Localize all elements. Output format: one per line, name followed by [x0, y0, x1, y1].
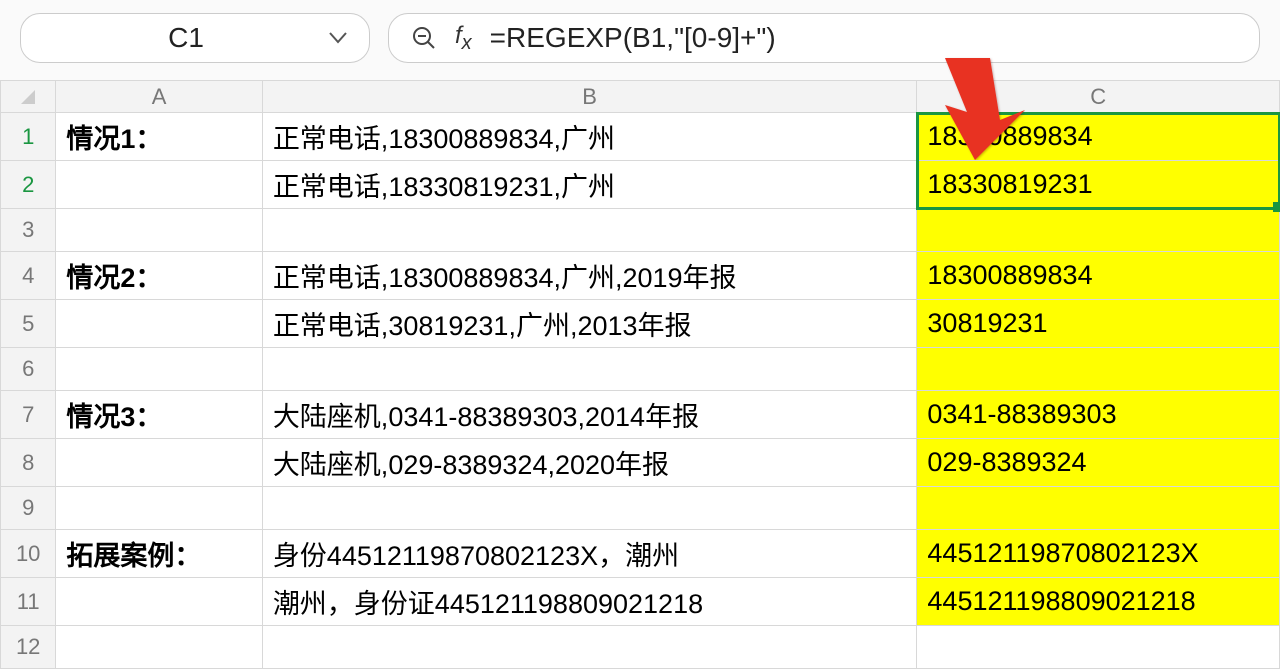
table-row: 2 正常电话,18330819231,广州18330819231 — [1, 161, 1280, 209]
cell[interactable]: 445121198809021218 — [917, 578, 1280, 626]
col-header-C[interactable]: C — [917, 81, 1280, 113]
toolbar: C1 fx — [0, 0, 1280, 80]
cell[interactable]: 0341-88389303 — [917, 391, 1280, 439]
cell[interactable] — [917, 487, 1280, 530]
row-header[interactable]: 2 — [1, 161, 56, 209]
table-row: 7情况3：大陆座机,0341-88389303,2014年报0341-88389… — [1, 391, 1280, 439]
col-header-B[interactable]: B — [262, 81, 917, 113]
cell[interactable] — [917, 626, 1280, 669]
cell[interactable] — [56, 578, 262, 626]
cell[interactable]: 拓展案例： — [56, 530, 262, 578]
cell[interactable]: 情况1： — [56, 113, 262, 161]
table-row: 12 — [1, 626, 1280, 669]
table-row: 1情况1：正常电话,18300889834,广州18300889834 — [1, 113, 1280, 161]
table-row: 11 潮州，身份证44512119880902121844512119880902… — [1, 578, 1280, 626]
row-header[interactable]: 1 — [1, 113, 56, 161]
cell[interactable] — [56, 626, 262, 669]
formula-input[interactable] — [490, 22, 1237, 54]
row-header[interactable]: 10 — [1, 530, 56, 578]
fx-icon[interactable]: fx — [455, 22, 472, 55]
spreadsheet: A B C 1情况1：正常电话,18300889834,广州1830088983… — [0, 80, 1280, 669]
cell[interactable] — [917, 348, 1280, 391]
row-header[interactable]: 5 — [1, 300, 56, 348]
table-row: 8 大陆座机,029-8389324,2020年报029-8389324 — [1, 439, 1280, 487]
cell[interactable] — [262, 626, 917, 669]
table-row: 5 正常电话,30819231,广州,2013年报30819231 — [1, 300, 1280, 348]
cell[interactable]: 18330819231 — [917, 161, 1280, 209]
table-row: 4情况2：正常电话,18300889834,广州,2019年报183008898… — [1, 252, 1280, 300]
cell[interactable] — [56, 487, 262, 530]
cell[interactable]: 30819231 — [917, 300, 1280, 348]
cell[interactable] — [56, 300, 262, 348]
table-row: 9 — [1, 487, 1280, 530]
row-header[interactable]: 9 — [1, 487, 56, 530]
grid[interactable]: A B C 1情况1：正常电话,18300889834,广州1830088983… — [0, 80, 1280, 669]
cell[interactable] — [262, 487, 917, 530]
select-all-corner[interactable] — [1, 81, 56, 113]
cell[interactable]: 18300889834 — [917, 252, 1280, 300]
cell-reference: C1 — [43, 22, 329, 54]
cell[interactable]: 正常电话,18330819231,广州 — [262, 161, 917, 209]
cell[interactable]: 44512119870802123X — [917, 530, 1280, 578]
chevron-down-icon[interactable] — [329, 27, 347, 50]
cell[interactable]: 身份44512119870802123X，潮州 — [262, 530, 917, 578]
column-headers-row: A B C — [1, 81, 1280, 113]
row-header[interactable]: 4 — [1, 252, 56, 300]
cell[interactable]: 029-8389324 — [917, 439, 1280, 487]
cell[interactable]: 正常电话,18300889834,广州 — [262, 113, 917, 161]
table-row: 3 — [1, 209, 1280, 252]
cell[interactable]: 情况3： — [56, 391, 262, 439]
cell[interactable]: 情况2： — [56, 252, 262, 300]
table-row: 6 — [1, 348, 1280, 391]
row-header[interactable]: 3 — [1, 209, 56, 252]
cell[interactable] — [56, 209, 262, 252]
cell[interactable] — [917, 209, 1280, 252]
cell[interactable]: 大陆座机,029-8389324,2020年报 — [262, 439, 917, 487]
table-row: 10拓展案例：身份44512119870802123X，潮州4451211987… — [1, 530, 1280, 578]
row-header[interactable]: 11 — [1, 578, 56, 626]
cell[interactable] — [262, 348, 917, 391]
row-header[interactable]: 12 — [1, 626, 56, 669]
cell[interactable] — [56, 439, 262, 487]
row-header[interactable]: 7 — [1, 391, 56, 439]
zoom-out-icon[interactable] — [411, 25, 437, 51]
cell[interactable] — [56, 161, 262, 209]
cell[interactable]: 正常电话,30819231,广州,2013年报 — [262, 300, 917, 348]
col-header-A[interactable]: A — [56, 81, 262, 113]
cell[interactable]: 潮州，身份证445121198809021218 — [262, 578, 917, 626]
cell[interactable]: 18300889834 — [917, 113, 1280, 161]
cell[interactable]: 大陆座机,0341-88389303,2014年报 — [262, 391, 917, 439]
row-header[interactable]: 8 — [1, 439, 56, 487]
cell[interactable] — [262, 209, 917, 252]
formula-bar: fx — [388, 13, 1260, 63]
cell[interactable] — [56, 348, 262, 391]
row-header[interactable]: 6 — [1, 348, 56, 391]
name-box[interactable]: C1 — [20, 13, 370, 63]
cell[interactable]: 正常电话,18300889834,广州,2019年报 — [262, 252, 917, 300]
